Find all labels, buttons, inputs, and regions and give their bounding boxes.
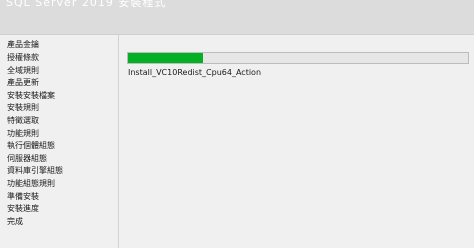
sidebar-item-db-engine-config[interactable]: 資料庫引擎組態 — [7, 165, 63, 177]
sidebar-item-product-key[interactable]: 產品金鑰 — [7, 39, 39, 51]
window-title: SQL Server 2019 安裝程式 — [6, 0, 167, 9]
sidebar-item-global-rules[interactable]: 全域規則 — [7, 65, 39, 77]
sidebar-item-install-setup-files[interactable]: 安裝安裝檔案 — [7, 90, 55, 102]
sidebar-item-feature-selection[interactable]: 特徵選取 — [7, 115, 39, 127]
sidebar-item-server-config[interactable]: 伺服器組態 — [7, 153, 47, 165]
sidebar-item-product-updates[interactable]: 產品更新 — [7, 77, 39, 89]
sidebar-item-install-rules[interactable]: 安裝規則 — [7, 102, 39, 114]
title-header: SQL Server 2019 安裝程式 — [0, 0, 474, 35]
steps-sidebar: 產品金鑰 授權條款 全域規則 產品更新 安裝安裝檔案 安裝規則 特徵選取 功能規… — [0, 35, 119, 248]
sidebar-item-instance-config[interactable]: 執行個體組態 — [7, 140, 55, 152]
sidebar-item-feature-config-rules[interactable]: 功能組態規則 — [7, 178, 55, 190]
main-panel: Install_VC10Redist_Cpu64_Action — [119, 35, 474, 248]
progress-status-text: Install_VC10Redist_Cpu64_Action — [128, 68, 262, 77]
sidebar-item-license-terms[interactable]: 授權條款 — [7, 52, 39, 64]
install-progress-bar — [127, 52, 469, 64]
sidebar-item-ready-to-install[interactable]: 準備安裝 — [7, 191, 39, 203]
progress-bar-fill — [128, 53, 203, 63]
setup-window: SQL Server 2019 安裝程式 產品金鑰 授權條款 全域規則 產品更新… — [0, 0, 474, 248]
sidebar-item-feature-rules[interactable]: 功能規則 — [7, 128, 39, 140]
sidebar-item-complete[interactable]: 完成 — [7, 216, 23, 228]
sidebar-item-install-progress[interactable]: 安裝進度 — [7, 203, 39, 215]
